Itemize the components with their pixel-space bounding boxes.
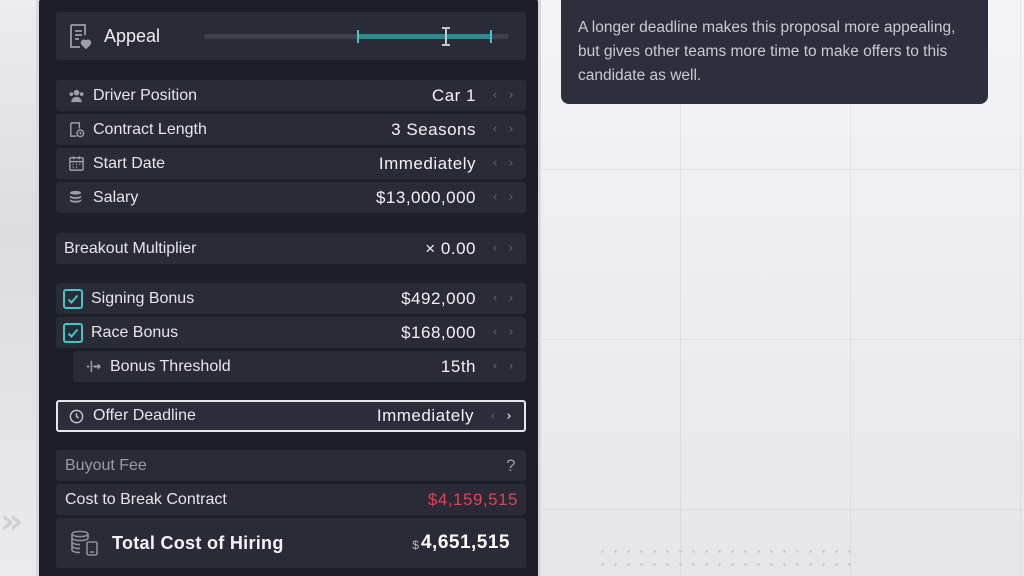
chevron-right-icon[interactable]: › <box>506 359 516 374</box>
buyout-fee-value: ? <box>506 455 516 475</box>
contract-length-value: 3 Seasons <box>391 119 476 139</box>
contract-length-row[interactable]: Contract Length 3 Seasons ‹ › <box>56 114 526 145</box>
chevron-left-icon[interactable]: ‹ <box>490 156 500 171</box>
chevron-right-icon[interactable]: › <box>506 156 516 171</box>
total-cost-currency: $ <box>412 538 419 552</box>
cost-to-break-label: Cost to Break Contract <box>65 490 227 508</box>
threshold-arrow-icon <box>82 358 104 376</box>
checkmark-icon <box>67 294 79 304</box>
contract-heart-icon <box>66 22 94 50</box>
driver-position-label: Driver Position <box>93 86 198 104</box>
bonus-threshold-label: Bonus Threshold <box>110 357 231 375</box>
contract-offer-panel: Appeal Driver Position Car 1 ‹ › Contract… <box>36 0 541 576</box>
chevron-right-icon[interactable]: › <box>506 122 516 137</box>
chevron-right-icon[interactable]: › <box>506 88 516 103</box>
start-date-row[interactable]: Start Date Immediately ‹ › <box>56 148 526 179</box>
offer-deadline-tooltip: A longer deadline makes this proposal mo… <box>561 0 988 104</box>
appeal-range-end-tick <box>490 30 493 43</box>
start-date-value: Immediately <box>378 153 476 173</box>
contract-length-label: Contract Length <box>93 120 207 138</box>
background-left-strip <box>0 0 36 576</box>
buyout-fee-row: Buyout Fee ? <box>56 450 526 481</box>
chevron-left-icon[interactable]: ‹ <box>490 291 500 306</box>
signing-bonus-row[interactable]: Signing Bonus $492,000 ‹ › <box>56 283 526 314</box>
dot-pattern <box>596 545 856 573</box>
start-date-label: Start Date <box>93 154 166 172</box>
offer-deadline-label: Offer Deadline <box>93 407 196 424</box>
appeal-row: Appeal <box>56 12 526 60</box>
race-bonus-checkbox[interactable] <box>63 322 83 343</box>
driver-position-row[interactable]: Driver Position Car 1 ‹ › <box>56 80 526 111</box>
buyout-fee-label: Buyout Fee <box>65 456 147 474</box>
offer-deadline-row[interactable]: Offer Deadline Immediately ‹ › <box>56 400 526 432</box>
appeal-range-start-tick <box>356 30 359 43</box>
total-cost-row: Total Cost of Hiring $ 4,651,515 <box>56 518 526 568</box>
appeal-meter <box>204 27 509 46</box>
chevron-left-icon[interactable]: ‹ <box>490 359 500 374</box>
checkmark-icon <box>67 328 79 338</box>
chevron-decoration: » <box>0 501 23 542</box>
coins-phone-icon <box>70 529 100 557</box>
breakout-multiplier-row[interactable]: Breakout Multiplier × 0.00 ‹ › <box>56 233 526 264</box>
breakout-multiplier-label: Breakout Multiplier <box>64 239 197 257</box>
contract-clock-icon <box>65 121 87 139</box>
cost-to-break-row: Cost to Break Contract $4,159,515 <box>56 484 526 515</box>
chevron-left-icon[interactable]: ‹ <box>490 122 500 137</box>
chevron-right-icon[interactable]: › <box>506 241 516 256</box>
signing-bonus-label: Signing Bonus <box>91 289 195 307</box>
chevron-right-icon[interactable]: › <box>506 291 516 306</box>
salary-value: $13,000,000 <box>375 187 476 207</box>
breakout-multiplier-value: × 0.00 <box>425 238 476 258</box>
race-bonus-value: $168,000 <box>401 322 476 342</box>
chevron-left-icon[interactable]: ‹ <box>490 88 500 103</box>
chevron-left-icon[interactable]: ‹ <box>490 241 500 256</box>
chevron-right-icon[interactable]: › <box>506 190 516 205</box>
bonus-threshold-value: 15th <box>440 356 476 376</box>
signing-bonus-checkbox[interactable] <box>63 288 83 309</box>
offer-deadline-value: Immediately <box>376 406 474 425</box>
chevron-right-icon[interactable]: › <box>506 325 516 340</box>
total-cost-label: Total Cost of Hiring <box>112 532 284 553</box>
driver-group-icon <box>65 87 87 105</box>
race-bonus-label: Race Bonus <box>91 323 179 341</box>
bonus-threshold-row[interactable]: Bonus Threshold 15th ‹ › <box>73 351 526 382</box>
tooltip-text: A longer deadline makes this proposal mo… <box>578 19 956 84</box>
signing-bonus-value: $492,000 <box>401 288 476 308</box>
chevron-left-icon[interactable]: ‹ <box>490 325 500 340</box>
appeal-range-fill <box>356 34 493 39</box>
salary-label: Salary <box>93 188 139 206</box>
calendar-icon <box>65 155 87 173</box>
chevron-right-icon[interactable]: › <box>504 409 514 424</box>
clock-icon <box>65 407 87 425</box>
coin-stack-icon <box>65 189 87 207</box>
chevron-left-icon[interactable]: ‹ <box>490 190 500 205</box>
driver-position-value: Car 1 <box>431 85 476 105</box>
total-cost-value: 4,651,515 <box>420 532 510 553</box>
salary-row[interactable]: Salary $13,000,000 ‹ › <box>56 182 526 213</box>
race-bonus-row[interactable]: Race Bonus $168,000 ‹ › <box>56 317 526 348</box>
appeal-current-marker <box>441 27 450 46</box>
cost-to-break-value: $4,159,515 <box>427 489 518 509</box>
appeal-label: Appeal <box>104 25 161 46</box>
chevron-left-icon[interactable]: ‹ <box>488 409 498 424</box>
